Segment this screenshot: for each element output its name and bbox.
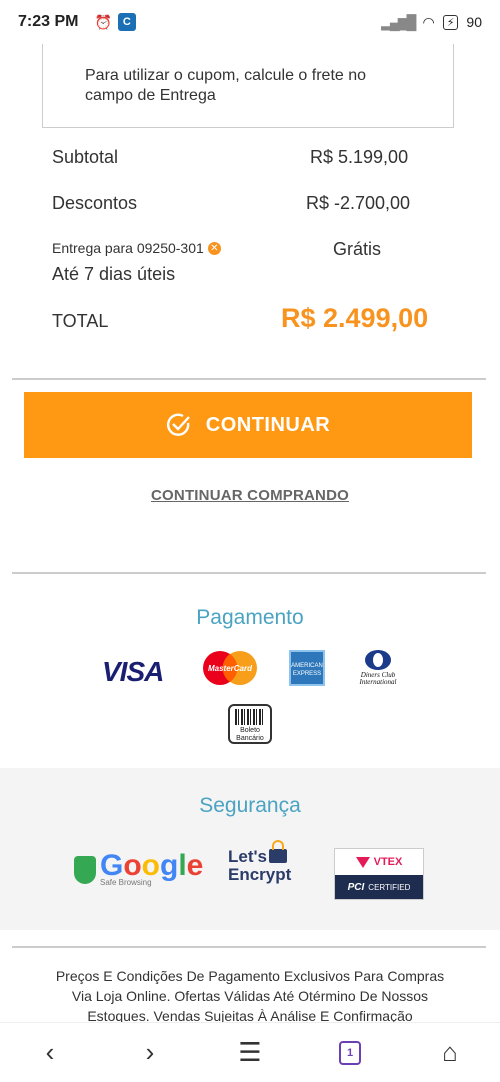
delivery-text: Entrega para 09250-301 [52,240,204,256]
security-title: Segurança [199,794,301,817]
letsencrypt-line2: Encrypt [228,865,292,884]
status-time: 7:23 PM [18,13,79,30]
browser-nav-bar: ‹ › ☰ 1 ⌂ [0,1022,500,1082]
google-safe-browsing-logo: Google Safe Browsing [74,849,204,887]
home-icon[interactable]: ⌂ [425,1028,475,1078]
footer-disclaimer: Preços E Condições De Pagamento Exclusiv… [55,968,445,1022]
svg-text:MasterCard: MasterCard [208,664,253,673]
discounts-label: Descontos [52,193,138,213]
divider [12,572,486,574]
total-value: R$ 2.499,00 [281,303,429,333]
payment-logos: VISA MasterCard AMERICAN EXPRESS Diners … [0,648,500,690]
letsencrypt-logo: Let's Encrypt [228,840,292,884]
remove-cep-icon[interactable]: ✕ [207,241,221,255]
diners-mark-icon [365,650,391,670]
coupon-message: Para utilizar o cupom, calcule o frete n… [85,67,367,104]
tab-count: 1 [339,1040,361,1065]
google-word: Google [100,849,204,882]
total-label: TOTAL [52,311,109,331]
lock-icon [269,840,287,863]
delivery-value: Grátis [333,239,382,259]
divider [12,378,486,380]
back-icon[interactable]: ‹ [25,1028,75,1078]
vtex-text: VTEX [373,856,403,868]
vtex-icon [355,856,370,868]
shield-icon [74,855,96,884]
delivery-time: Até 7 dias úteis [52,264,176,284]
visa-logo: VISA [102,656,164,687]
signal-icon: ▂▄▆█ [381,13,416,30]
letsencrypt-line1: Let's [228,847,267,866]
alarm-icon: ⏰ [94,13,112,30]
app-notification-icon: C [117,13,136,31]
vtex-pci-badge: VTEX PCI CERTIFIED [334,848,424,900]
status-bar: 7:23 PM ⏰ C ▂▄▆█ ◠ ⚡ 90 [0,0,500,44]
menu-icon[interactable]: ☰ [225,1028,275,1078]
wifi-icon: ◠ [422,13,435,30]
battery-percent: 90 [466,14,482,30]
continue-shopping-link[interactable]: CONTINUAR COMPRANDO [0,487,500,504]
boleto-logo: Boleto Bancário [228,704,272,744]
forward-icon[interactable]: › [125,1028,175,1078]
amex-logo: AMERICAN EXPRESS [289,650,325,686]
divider [12,946,486,948]
coupon-notice: Para utilizar o cupom, calcule o frete n… [42,44,454,128]
subtotal-label: Subtotal [52,147,119,167]
check-circle-icon [166,413,190,436]
battery-icon: ⚡ [442,14,459,30]
continue-label: CONTINUAR [205,413,331,436]
diners-text: Diners Club International [359,671,397,686]
barcode-icon [235,709,265,725]
tabs-button[interactable]: 1 [325,1028,375,1078]
mastercard-logo: MasterCard [203,651,257,685]
pci-certified-text: CERTIFIED [368,882,411,892]
discounts-value: R$ -2.700,00 [306,193,411,213]
payment-title: Pagamento [196,606,304,629]
subtotal-value: R$ 5.199,00 [310,147,409,167]
pci-text: PCI [347,881,365,893]
delivery-label: Entrega para 09250-301 ✕ [52,240,221,256]
continue-button[interactable]: CONTINUAR [24,392,472,458]
boleto-text: Boleto Bancário [236,727,264,742]
diners-logo: Diners Club International [354,650,402,686]
